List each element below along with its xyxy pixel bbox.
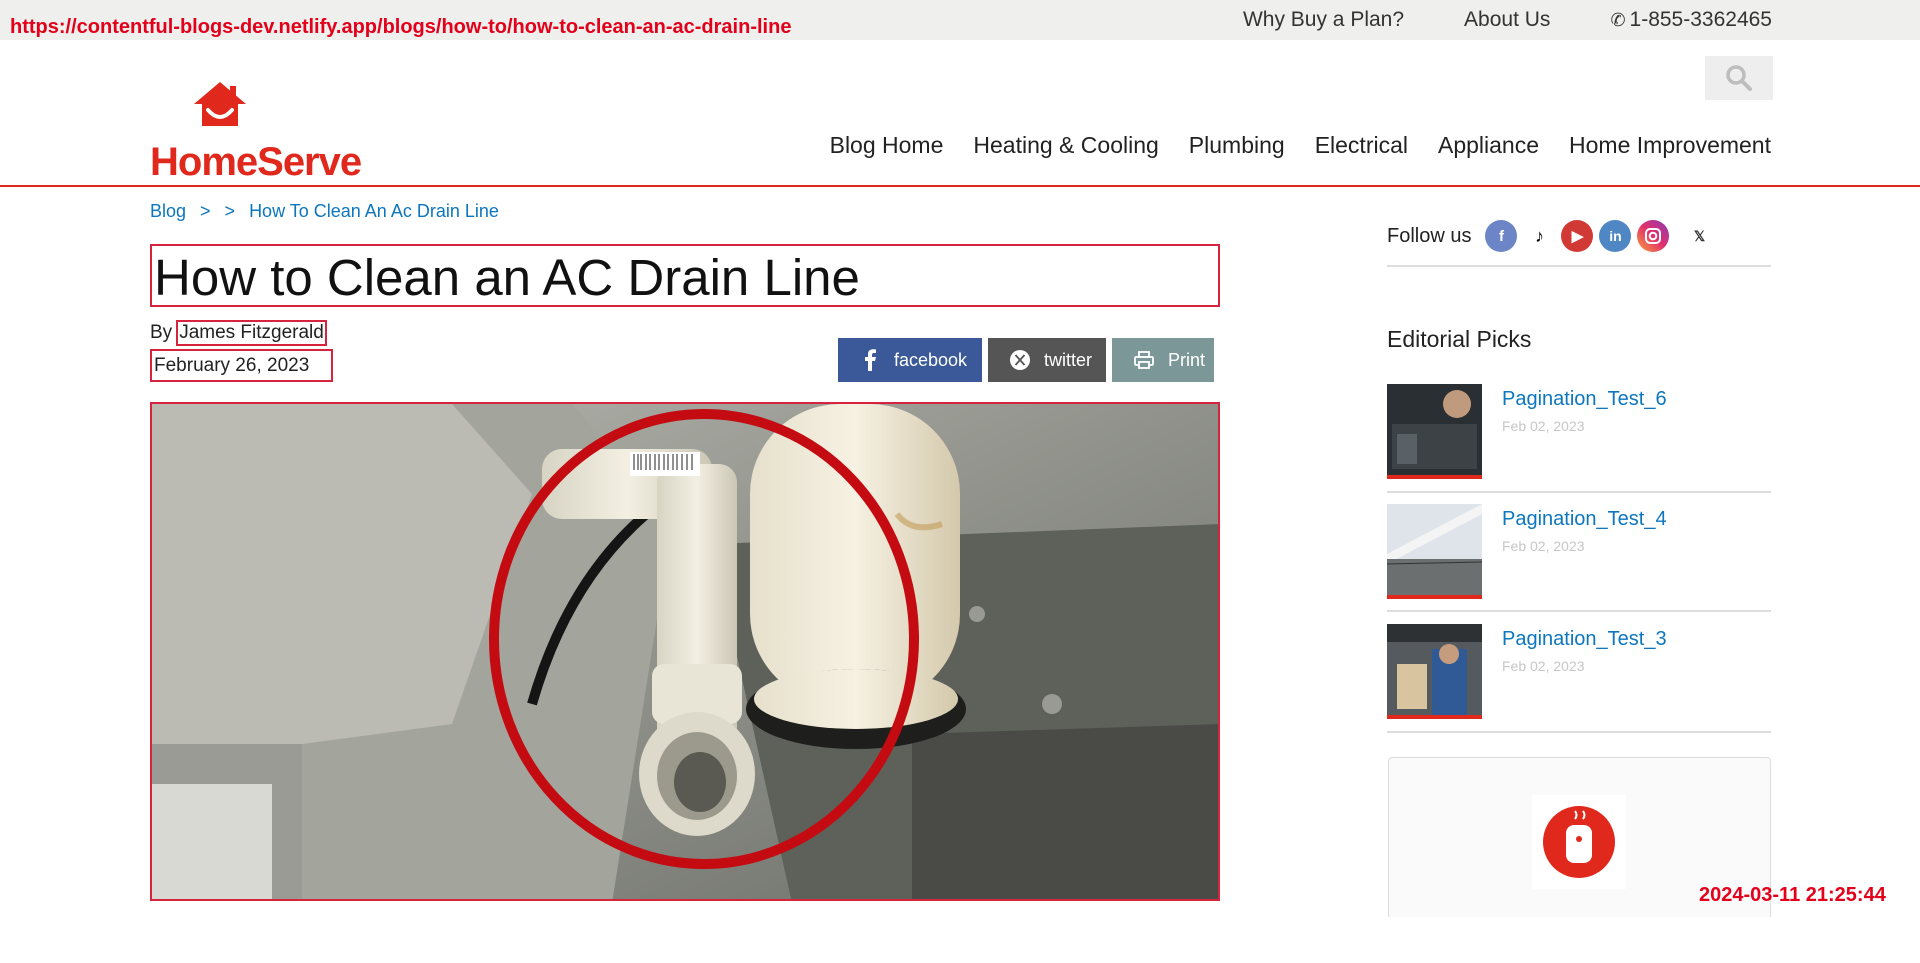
follow-us-label: Follow us [1387, 224, 1472, 247]
list-item[interactable]: Pagination_Test_6 Feb 02, 2023 [1387, 384, 1771, 502]
pick-thumbnail[interactable] [1387, 384, 1482, 479]
breadcrumb-separator: > [224, 201, 236, 221]
author-link[interactable]: James Fitzgerald [176, 320, 327, 346]
instagram-icon[interactable] [1637, 220, 1670, 252]
nav-blog-home[interactable]: Blog Home [830, 132, 944, 159]
nav-plumbing[interactable]: Plumbing [1189, 132, 1285, 159]
printer-icon [1126, 351, 1162, 369]
ac-drain-pipe-photo [152, 404, 1218, 899]
facebook-share-button[interactable]: facebook [838, 338, 982, 382]
pick-title[interactable]: Pagination_Test_4 [1502, 508, 1667, 531]
breadcrumb: Blog > > How To Clean An Ac Drain Line [150, 201, 499, 222]
pick-thumbnail[interactable] [1387, 504, 1482, 599]
pick-date: Feb 02, 2023 [1502, 418, 1585, 434]
nav-home-improvement[interactable]: Home Improvement [1569, 132, 1771, 159]
print-button[interactable]: Print [1112, 338, 1214, 382]
phone-number: 1-855-3362465 [1629, 8, 1772, 31]
water-heater-icon [1543, 806, 1615, 878]
divider [1387, 731, 1771, 733]
house-logo-icon [194, 82, 246, 126]
breadcrumb-current[interactable]: How To Clean An Ac Drain Line [249, 201, 499, 222]
facebook-label: facebook [894, 349, 968, 370]
divider [1387, 491, 1771, 493]
linkedin-icon[interactable]: in [1599, 220, 1632, 252]
list-item[interactable]: Pagination_Test_3 Feb 02, 2023 [1387, 624, 1771, 742]
print-label: Print [1168, 349, 1206, 370]
phone-link[interactable]: ✆ 1-855-3362465 [1610, 8, 1772, 32]
divider [1387, 265, 1771, 267]
twitter-label: twitter [1044, 349, 1093, 370]
divider [1387, 610, 1771, 612]
top-links: Why Buy a Plan? About Us ✆ 1-855-3362465 [1243, 8, 1772, 32]
search-icon [1726, 65, 1752, 91]
breadcrumb-separator: > [200, 201, 211, 221]
pick-date: Feb 02, 2023 [1502, 658, 1585, 674]
nav-electrical[interactable]: Electrical [1315, 132, 1408, 159]
by-label: By [150, 322, 173, 343]
page-title: How to Clean an AC Drain Line [154, 249, 860, 306]
pick-thumbnail[interactable] [1387, 624, 1482, 719]
youtube-icon[interactable]: ▶ [1561, 220, 1594, 252]
why-buy-plan-link[interactable]: Why Buy a Plan? [1243, 8, 1404, 32]
search-button[interactable] [1705, 56, 1773, 100]
main-nav: Blog Home Heating & Cooling Plumbing Ele… [830, 132, 1771, 159]
facebook-icon[interactable]: f [1485, 220, 1518, 252]
url-overlay: https://contentful-blogs-dev.netlify.app… [10, 16, 792, 38]
list-item[interactable]: Pagination_Test_4 Feb 02, 2023 [1387, 504, 1771, 622]
facebook-icon [852, 349, 888, 371]
byline: By James Fitzgerald [150, 320, 327, 346]
homeserve-logo[interactable]: HomeServe [150, 78, 370, 198]
pick-title[interactable]: Pagination_Test_3 [1502, 628, 1667, 651]
publish-date: February 26, 2023 [150, 349, 333, 382]
nav-heating-cooling[interactable]: Heating & Cooling [973, 132, 1158, 159]
twitter-share-button[interactable]: twitter [988, 338, 1106, 382]
phone-icon: ✆ [1610, 10, 1626, 30]
x-icon [1002, 349, 1038, 371]
site-header: HomeServe Blog Home Heating & Cooling Pl… [0, 40, 1920, 187]
tiktok-icon[interactable]: ♪ [1523, 220, 1556, 252]
nav-appliance[interactable]: Appliance [1438, 132, 1539, 159]
logo-wordmark: HomeServe [150, 140, 362, 184]
water-heater-icon-tile [1532, 795, 1626, 889]
editorial-picks-title: Editorial Picks [1387, 326, 1532, 352]
pick-title[interactable]: Pagination_Test_6 [1502, 388, 1667, 411]
about-us-link[interactable]: About Us [1464, 8, 1550, 32]
article-title-box: How to Clean an AC Drain Line [150, 244, 1220, 307]
pick-date: Feb 02, 2023 [1502, 538, 1585, 554]
follow-us: Follow us f ♪ ▶ in 𝕏 [1387, 220, 1721, 252]
x-icon[interactable]: 𝕏 [1683, 220, 1716, 252]
timestamp-overlay: 2024-03-11 21:25:44 [1699, 884, 1886, 906]
article-hero-image [150, 402, 1220, 901]
breadcrumb-blog[interactable]: Blog [150, 201, 186, 222]
